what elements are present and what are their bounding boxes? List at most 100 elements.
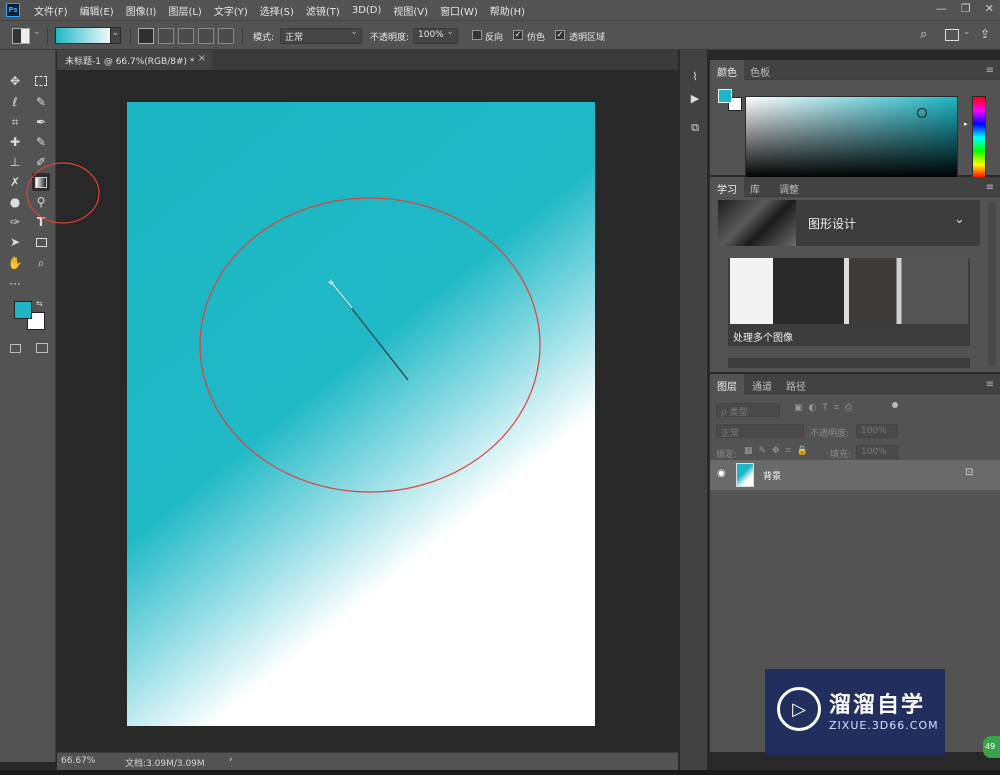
layer-opacity-input[interactable]: 100%: [856, 424, 898, 438]
lock-icons[interactable]: ▦✎✥⌗🔒: [744, 446, 814, 456]
menu-window[interactable]: 窗口(W): [434, 3, 484, 18]
actions-play-icon[interactable]: ▶: [687, 90, 703, 106]
layer-filter-select[interactable]: ρ 类型: [716, 403, 780, 418]
menu-filter[interactable]: 滤镜(T): [300, 3, 346, 18]
blend-mode-select[interactable]: 正常: [716, 424, 804, 439]
dodge-tool-icon[interactable]: ⚲: [32, 193, 50, 211]
clone-stamp-tool-icon[interactable]: ⊥: [6, 153, 24, 171]
layer-row-background[interactable]: ◉ 背景 ⊡: [710, 460, 1000, 490]
foreground-color-swatch[interactable]: [14, 301, 32, 319]
workspace-icon[interactable]: [945, 29, 959, 41]
panel-menu-icon[interactable]: ≡: [986, 379, 994, 390]
history-icon[interactable]: ⌇: [687, 68, 703, 84]
color-fg-swatch[interactable]: [718, 89, 732, 103]
transparency-checkbox[interactable]: ✓: [555, 30, 565, 40]
tab-paths[interactable]: 路径: [779, 374, 813, 394]
hue-slider[interactable]: [972, 96, 986, 179]
tab-swatches[interactable]: 色板: [743, 60, 777, 80]
learn-topic-header[interactable]: 图形设计 ⌄: [718, 200, 980, 246]
screen-mode-icon[interactable]: [36, 343, 48, 353]
swap-colors-icon[interactable]: ⇆: [36, 299, 43, 308]
dither-checkbox[interactable]: ✓: [513, 30, 523, 40]
gradient-picker[interactable]: [55, 27, 115, 44]
blur-tool-icon[interactable]: ●: [6, 193, 24, 211]
tab-learn[interactable]: 学习: [710, 177, 744, 197]
close-tab-icon[interactable]: ×: [198, 53, 206, 64]
hand-tool-icon[interactable]: ✋: [6, 254, 24, 272]
tab-channels[interactable]: 通道: [745, 374, 779, 394]
menu-select[interactable]: 选择(S): [254, 3, 300, 18]
diamond-gradient-button[interactable]: [218, 28, 234, 44]
history-brush-tool-icon[interactable]: ✐: [32, 153, 50, 171]
gradient-dropdown-chevron-icon[interactable]: ⌄: [110, 27, 121, 44]
layer-name: 背景: [763, 472, 782, 482]
menu-3d[interactable]: 3D(D): [346, 5, 388, 16]
fill-input[interactable]: 100%: [856, 445, 898, 459]
chevron-down-icon[interactable]: ⌄: [33, 27, 41, 37]
tab-layers[interactable]: 图层: [710, 374, 744, 394]
reflected-gradient-button[interactable]: [198, 28, 214, 44]
crop-tool-icon[interactable]: ⌗: [6, 113, 24, 131]
document-tab[interactable]: 未标题-1 @ 66.7%(RGB/8#) * ×: [57, 50, 212, 70]
share-icon[interactable]: ⇪: [980, 27, 990, 41]
linear-gradient-button[interactable]: [138, 28, 154, 44]
color-field[interactable]: [745, 96, 958, 179]
document-canvas[interactable]: [127, 102, 595, 726]
learn-card[interactable]: 处理多个图像: [728, 258, 970, 346]
3d-panel-icon[interactable]: ⧉: [687, 120, 703, 136]
zoom-tool-icon[interactable]: ⌕: [32, 254, 50, 272]
eyedropper-tool-icon[interactable]: ✒: [32, 113, 50, 131]
window-controls: — ❐ ✕: [936, 2, 994, 15]
type-tool-icon[interactable]: T: [32, 213, 50, 231]
panel-menu-icon[interactable]: ≡: [986, 65, 994, 76]
marquee-tool-icon[interactable]: [32, 72, 50, 90]
divider: [130, 27, 131, 45]
menu-image[interactable]: 图像(I): [120, 3, 163, 18]
zoom-level[interactable]: 66.67%: [61, 756, 95, 766]
tab-adjustments[interactable]: 调整: [772, 177, 806, 197]
search-icon[interactable]: ⌕: [920, 27, 927, 42]
status-menu-arrow[interactable]: ›: [229, 755, 233, 765]
gradient-tool-icon[interactable]: [32, 173, 50, 191]
tab-color[interactable]: 颜色: [710, 60, 744, 80]
color-picker-marker[interactable]: [917, 108, 927, 118]
angle-gradient-button[interactable]: [178, 28, 194, 44]
layer-filter-icons[interactable]: ▣◐T⌗⎙: [794, 403, 894, 417]
menu-view[interactable]: 视图(V): [387, 3, 434, 18]
panel-menu-icon[interactable]: ≡: [986, 182, 994, 193]
chevron-down-icon[interactable]: ⌄: [963, 27, 971, 37]
pen-tool-icon[interactable]: ✑: [6, 213, 24, 231]
healing-brush-tool-icon[interactable]: ✚: [6, 133, 24, 151]
more-tools-icon[interactable]: ···: [6, 275, 24, 293]
rectangle-tool-icon[interactable]: [32, 233, 50, 251]
layers-panel-tabs: 图层 通道 路径 ≡: [710, 374, 1000, 394]
mode-select[interactable]: 正常: [280, 27, 362, 44]
eye-icon[interactable]: ◉: [717, 468, 726, 479]
eraser-tool-icon[interactable]: ✗: [6, 173, 24, 191]
menu-layer[interactable]: 图层(L): [162, 3, 207, 18]
notification-badge[interactable]: 49: [983, 736, 1000, 758]
close-button[interactable]: ✕: [985, 2, 994, 15]
menu-file[interactable]: 文件(F): [28, 3, 74, 18]
tab-libraries[interactable]: 库: [743, 177, 767, 197]
tool-preset-icon[interactable]: [12, 28, 30, 44]
brush-tool-icon[interactable]: ✎: [32, 133, 50, 151]
restore-button[interactable]: ❐: [961, 2, 971, 15]
filter-toggle-icon[interactable]: [892, 402, 898, 408]
chevron-down-icon[interactable]: ⌄: [954, 212, 965, 227]
move-tool-icon[interactable]: ✥: [6, 72, 24, 90]
lasso-tool-icon[interactable]: ℓ: [6, 93, 24, 111]
dither-label: 仿色: [527, 33, 546, 43]
opacity-input[interactable]: 100%: [413, 27, 458, 44]
radial-gradient-button[interactable]: [158, 28, 174, 44]
menu-edit[interactable]: 编辑(E): [74, 3, 120, 18]
quick-selection-tool-icon[interactable]: ✎: [32, 93, 50, 111]
path-selection-tool-icon[interactable]: ➤: [6, 233, 24, 251]
menu-type[interactable]: 文字(Y): [208, 3, 254, 18]
minimize-button[interactable]: —: [936, 2, 947, 15]
quick-mask-icon[interactable]: [10, 344, 21, 353]
reverse-checkbox[interactable]: [472, 30, 482, 40]
learn-scrollbar[interactable]: [988, 201, 996, 367]
hue-slider-arrow-icon[interactable]: ▸: [964, 120, 968, 128]
menu-help[interactable]: 帮助(H): [484, 3, 531, 18]
